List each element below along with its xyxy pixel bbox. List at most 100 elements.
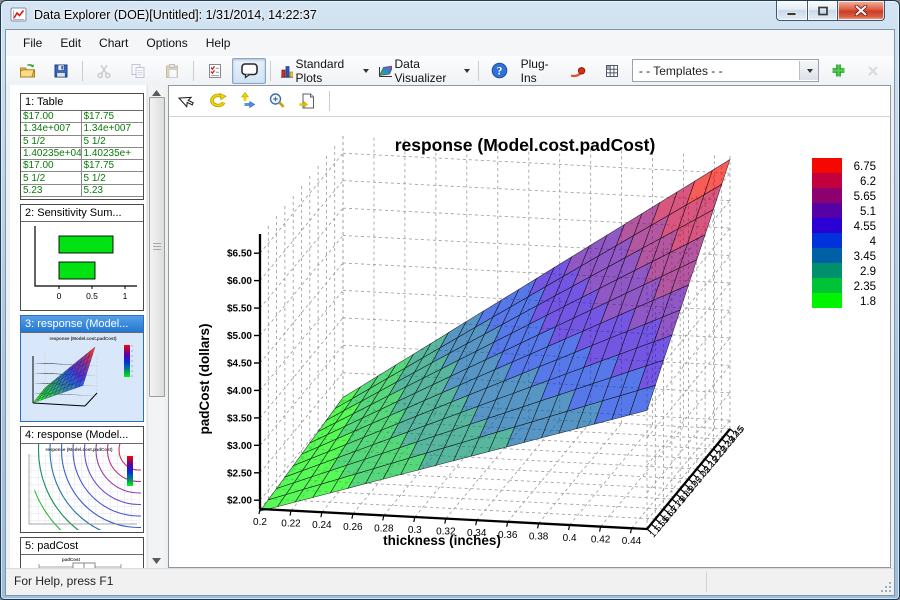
menu-item-file[interactable]: File xyxy=(14,31,51,55)
pan-arrows-icon xyxy=(238,92,257,110)
delete-template-button[interactable] xyxy=(856,58,890,84)
svg-text:response (Model.cost.padCost): response (Model.cost.padCost) xyxy=(45,447,113,452)
restore-button[interactable] xyxy=(807,1,838,21)
svg-text:thickness (inches): thickness (inches) xyxy=(383,533,501,548)
svg-text:2.35: 2.35 xyxy=(854,281,876,293)
app-icon xyxy=(10,7,28,23)
open-icon xyxy=(19,63,36,79)
cut-button[interactable] xyxy=(87,58,121,84)
save-icon xyxy=(53,63,69,79)
cut-icon xyxy=(96,63,112,79)
chart-panel: $2.00$2.50$3.00$3.50$4.00$4.50$5.00$5.50… xyxy=(168,85,891,568)
export-page-icon xyxy=(298,92,316,110)
data-visualizer-icon xyxy=(377,63,391,79)
thumbnail-3-surface[interactable]: 3: response (Model... response (Model.co… xyxy=(20,315,144,422)
svg-text:1: 1 xyxy=(123,291,128,301)
svg-text:$3.50: $3.50 xyxy=(227,413,252,424)
dropdown-caret-icon xyxy=(464,69,470,73)
svg-text:6.2: 6.2 xyxy=(860,176,876,188)
app-window: Data Explorer (DOE)[Untitled]: 1/31/2014… xyxy=(0,0,900,600)
checklist-button[interactable] xyxy=(198,58,232,84)
help-button[interactable]: ? xyxy=(483,58,517,84)
svg-text:0.4: 0.4 xyxy=(563,533,577,544)
resize-grip[interactable] xyxy=(880,581,893,594)
plugin-comet-button[interactable] xyxy=(561,58,595,84)
thumbnail-label: 5: padCost xyxy=(21,538,143,555)
title-bar[interactable]: Data Explorer (DOE)[Untitled]: 1/31/2014… xyxy=(1,1,899,29)
rotate-icon xyxy=(208,92,227,110)
svg-text:0.22: 0.22 xyxy=(281,519,301,530)
client-area: FileEditChartOptionsHelp xyxy=(5,29,895,596)
close-button[interactable] xyxy=(838,1,885,21)
svg-text:response (Model.cost.padCost): response (Model.cost.padCost) xyxy=(395,135,656,155)
menu-item-options[interactable]: Options xyxy=(137,31,196,55)
comment-button[interactable] xyxy=(232,58,266,84)
svg-text:response (Model.cost.padCost): response (Model.cost.padCost) xyxy=(49,336,117,341)
svg-text:3.45: 3.45 xyxy=(854,251,876,263)
comet-icon xyxy=(569,63,586,79)
data-visualizer-button[interactable]: Data Visualizer xyxy=(373,58,473,84)
add-template-button[interactable] xyxy=(822,58,856,84)
pointer-tool-button[interactable] xyxy=(175,89,199,113)
sidebar-scrollbar[interactable] xyxy=(147,85,165,569)
svg-text:4: 4 xyxy=(870,236,877,248)
thumbnail-label: 2: Sensitivity Sum... xyxy=(21,205,143,222)
3d-surface-plot[interactable]: $2.00$2.50$3.00$3.50$4.00$4.50$5.00$5.50… xyxy=(169,117,890,567)
thumbnail-label: 1: Table xyxy=(21,94,143,111)
menu-item-chart[interactable]: Chart xyxy=(90,31,137,55)
copy-button[interactable] xyxy=(121,58,155,84)
toolbar-separator xyxy=(270,61,271,81)
pan-tool-button[interactable] xyxy=(235,89,259,113)
svg-text:0.5: 0.5 xyxy=(86,291,98,301)
thumbnail-5-histogram[interactable]: 5: padCost padCost xyxy=(20,537,144,569)
dropdown-caret-icon xyxy=(807,69,813,73)
svg-text:$6.50: $6.50 xyxy=(227,249,252,260)
svg-text:0.44: 0.44 xyxy=(622,536,642,547)
svg-text:padCost: padCost xyxy=(62,557,81,562)
arrow-down-icon xyxy=(152,558,161,564)
plugin-grid-button[interactable] xyxy=(595,58,629,84)
zoom-tool-button[interactable] xyxy=(265,89,289,113)
svg-text:$2.50: $2.50 xyxy=(227,468,252,479)
main-toolbar: Standard Plots Data Visualizer ? Plug-In… xyxy=(6,56,894,86)
rotate-tool-button[interactable] xyxy=(205,89,229,113)
close-icon xyxy=(854,5,868,16)
help-icon: ? xyxy=(491,62,508,79)
save-button[interactable] xyxy=(44,58,78,84)
plus-icon xyxy=(831,63,846,78)
templates-combobox[interactable]: - - Templates - - xyxy=(632,59,819,82)
export-page-button[interactable] xyxy=(295,89,319,113)
svg-text:$2.00: $2.00 xyxy=(227,496,252,507)
svg-text:0.42: 0.42 xyxy=(591,535,611,546)
svg-text:0.38: 0.38 xyxy=(529,531,549,542)
open-button[interactable] xyxy=(10,58,44,84)
scroll-down-button[interactable] xyxy=(148,553,165,569)
svg-text:2.9: 2.9 xyxy=(860,266,876,278)
scrollbar-thumb[interactable] xyxy=(149,97,165,397)
menu-item-help[interactable]: Help xyxy=(197,31,240,55)
thumbnail-2-bar[interactable]: 2: Sensitivity Sum... 00.51 xyxy=(20,204,144,311)
toolbar-separator xyxy=(82,61,83,81)
work-area: 1: Table $17.00$17.751.34e+0071.34e+0075… xyxy=(6,85,894,569)
svg-text:1.8: 1.8 xyxy=(860,296,876,308)
svg-text:0.24: 0.24 xyxy=(312,520,332,531)
svg-text:5.1: 5.1 xyxy=(860,206,876,218)
combobox-drop-button[interactable] xyxy=(799,61,818,80)
status-divider xyxy=(706,572,707,592)
mini-table: $17.00$17.751.34e+0071.34e+0075 1/25 1/2… xyxy=(21,111,143,197)
thumbnail-label: 3: response (Model... xyxy=(21,316,143,333)
svg-text:$6.00: $6.00 xyxy=(227,276,252,287)
copy-icon xyxy=(130,63,146,79)
thumbnail-1-table[interactable]: 1: Table $17.00$17.751.34e+0071.34e+0075… xyxy=(20,93,144,200)
thumbnail-label: 4: response (Model... xyxy=(21,427,143,444)
standard-plots-label: Standard Plots xyxy=(296,57,359,85)
menu-item-edit[interactable]: Edit xyxy=(51,31,90,55)
minimize-icon xyxy=(786,6,798,16)
standard-plots-button[interactable]: Standard Plots xyxy=(275,58,373,84)
plugins-label: Plug-Ins xyxy=(517,57,561,85)
minimize-button[interactable] xyxy=(776,1,807,21)
paste-button[interactable] xyxy=(155,58,189,84)
arrow-up-icon xyxy=(152,90,161,96)
delete-x-icon xyxy=(866,64,880,78)
thumbnail-4-contour[interactable]: 4: response (Model... response (Model.co… xyxy=(20,426,144,533)
